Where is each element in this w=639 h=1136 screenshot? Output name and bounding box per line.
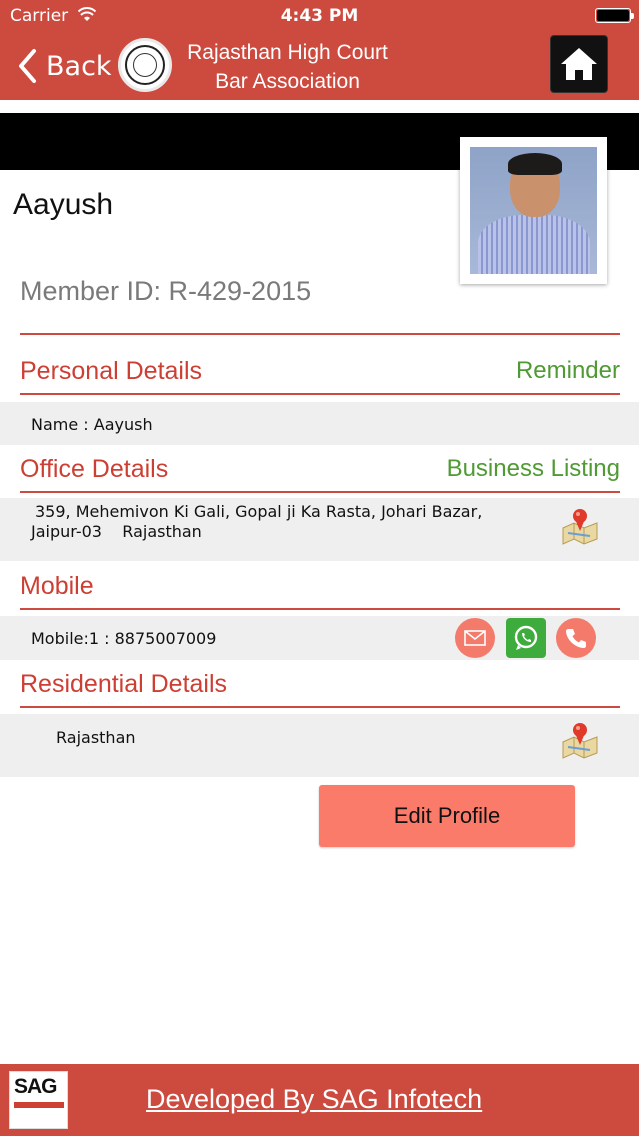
divider xyxy=(20,393,620,395)
residential-details-title: Residential Details xyxy=(20,670,228,698)
office-address-line2: Jaipur-03 Rajasthan xyxy=(31,522,202,541)
email-button[interactable] xyxy=(455,618,495,658)
residential-details-row: Rajasthan xyxy=(0,714,639,777)
divider xyxy=(20,333,620,335)
mobile-row: Mobile:1 : 8875007009 xyxy=(0,616,639,660)
office-address-line1: 359, Mehemivon Ki Gali, Gopal ji Ka Rast… xyxy=(35,502,483,521)
clock: 4:43 PM xyxy=(280,6,359,26)
name-value: Name : Aayush xyxy=(31,415,153,434)
whatsapp-button[interactable] xyxy=(506,618,546,658)
mail-icon xyxy=(464,630,486,646)
business-listing-link[interactable]: Business Listing xyxy=(447,455,620,483)
app-title-line2: Bar Association xyxy=(215,70,360,93)
app-title-line1: Rajasthan High Court xyxy=(187,41,388,64)
profile-photo xyxy=(460,137,607,284)
back-label: Back xyxy=(46,50,112,82)
battery-icon xyxy=(595,8,634,23)
divider xyxy=(20,706,620,708)
edit-profile-button[interactable]: Edit Profile xyxy=(319,785,575,847)
back-button[interactable]: Back xyxy=(16,46,112,86)
member-name: Aayush xyxy=(13,188,114,221)
divider xyxy=(20,608,620,610)
personal-details-row: Name : Aayush xyxy=(0,402,639,445)
phone-icon xyxy=(566,629,586,648)
developer-link[interactable]: Developed By SAG Infotech xyxy=(146,1084,482,1115)
home-icon xyxy=(561,48,597,80)
office-details-title: Office Details xyxy=(20,455,169,483)
sag-infotech-logo: SAG xyxy=(9,1071,68,1129)
office-details-row: 359, Mehemivon Ki Gali, Gopal ji Ka Rast… xyxy=(0,498,639,561)
reminder-link[interactable]: Reminder xyxy=(516,357,620,385)
map-pin-icon[interactable] xyxy=(560,720,600,760)
app-title: Rajasthan High Court Bar Association xyxy=(180,38,395,96)
mobile-title: Mobile xyxy=(20,572,94,600)
court-seal-logo xyxy=(118,38,172,92)
status-bar: Carrier 4:43 PM xyxy=(0,0,639,32)
footer: SAG Developed By SAG Infotech xyxy=(0,1064,639,1136)
whatsapp-icon xyxy=(514,625,538,650)
residential-address: Rajasthan xyxy=(56,728,136,747)
call-button[interactable] xyxy=(556,618,596,658)
mobile-number: Mobile:1 : 8875007009 xyxy=(31,629,217,648)
member-id: Member ID: R-429-2015 xyxy=(20,276,312,306)
personal-details-title: Personal Details xyxy=(20,357,203,385)
chevron-left-icon xyxy=(19,49,36,83)
home-button[interactable] xyxy=(550,35,608,93)
top-bar: Carrier 4:43 PM Back Rajasthan High Cour… xyxy=(0,0,639,100)
divider xyxy=(20,491,620,493)
map-pin-icon[interactable] xyxy=(560,506,600,546)
